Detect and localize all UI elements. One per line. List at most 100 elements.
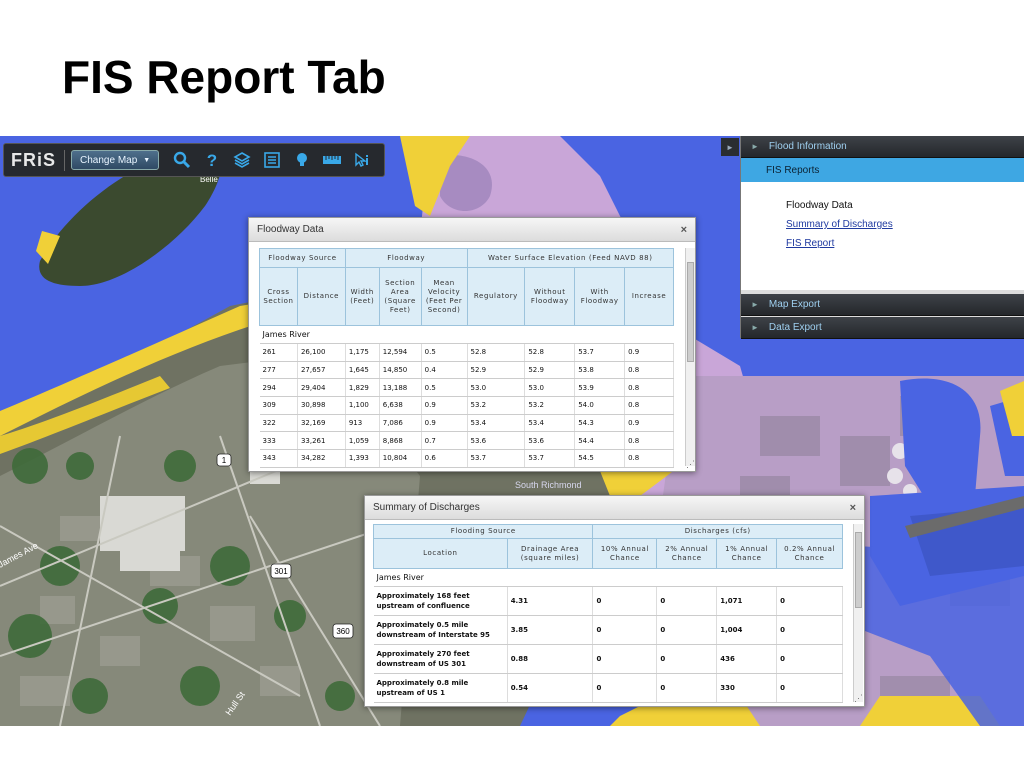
discharges-scrollbar[interactable]: [853, 524, 863, 702]
table-cell: 1,004: [716, 615, 778, 645]
column-header: 10% Annual Chance: [592, 538, 658, 569]
table-cell: 1,829: [345, 378, 380, 398]
table-cell: 52.8: [524, 343, 576, 362]
table-cell: 0.8: [624, 361, 674, 380]
table-cell: 277: [259, 361, 298, 380]
route-shield-1: 1: [216, 453, 232, 467]
table-cell: 27,657: [297, 361, 346, 380]
resize-grip-icon[interactable]: ⋰: [854, 693, 863, 704]
table-cell: 53.7: [467, 449, 526, 468]
summary-of-discharges-link[interactable]: Summary of Discharges: [786, 219, 1024, 230]
table-cell: 0.88: [507, 644, 594, 674]
table-row: 277 27,657 1,645 14,850 0.4 52.9 52.9 53.8 0.8: [259, 361, 674, 380]
search-icon[interactable]: [167, 147, 197, 173]
table-cell: 52.9: [524, 361, 576, 380]
dialog-header[interactable]: Summary of Discharges ×: [365, 496, 864, 520]
table-row: 294 29,404 1,829 13,188 0.5 53.0 53.0 53.9 0.8: [259, 378, 674, 398]
accordion-map-export[interactable]: ► Map Export: [741, 294, 1024, 316]
accordion-flood-information[interactable]: ► Flood Information: [741, 136, 1024, 158]
table-cell: 53.4: [524, 414, 576, 433]
table-cell: 0.9: [624, 414, 674, 433]
table-cell: Approximately 0.5 mile downstream of Int…: [373, 615, 508, 645]
column-header: Mean Velocity (Feet Per Second): [420, 267, 468, 326]
table-cell: 52.8: [467, 343, 526, 362]
fis-reports-tab[interactable]: FIS Reports: [741, 158, 1024, 182]
table-cell: 26,100: [297, 343, 346, 362]
table-cell: 1,393: [345, 449, 380, 468]
table-cell: 0: [656, 586, 718, 616]
table-row: 333 33,261 1,059 8,868 0.7 53.6 53.6 54.4 0.8: [259, 431, 674, 451]
layers-icon[interactable]: [227, 147, 257, 173]
table-cell: 294: [259, 378, 298, 398]
section-label: James River: [259, 325, 674, 344]
column-header: Cross Section: [259, 267, 298, 326]
table-cell: 29,404: [297, 378, 346, 398]
group-header-water-surface: Water Surface Elevation (Feed NAVD 88): [466, 248, 674, 268]
svg-text:?: ?: [207, 151, 217, 169]
table-cell: 0.8: [624, 396, 674, 415]
svg-text:301: 301: [274, 567, 288, 576]
close-icon[interactable]: ×: [681, 224, 687, 236]
table-cell: 0.9: [421, 467, 468, 468]
map-label-south-richmond: South Richmond: [515, 480, 582, 490]
table-cell: 436: [716, 644, 778, 674]
resize-grip-icon[interactable]: ⋰: [686, 459, 695, 470]
accordion-data-export[interactable]: ► Data Export: [741, 317, 1024, 339]
help-icon[interactable]: ?: [197, 147, 227, 173]
floodway-data-dialog: Floodway Data × Floodway Source Floodway…: [248, 217, 696, 472]
scrollbar-thumb[interactable]: [855, 532, 862, 608]
svg-text:1: 1: [222, 456, 227, 465]
dialog-header[interactable]: Floodway Data ×: [249, 218, 695, 242]
table-cell: 322: [259, 414, 298, 433]
table-cell: 351: [259, 467, 298, 468]
table-cell: 0: [592, 615, 658, 645]
dialog-title: Floodway Data: [257, 224, 324, 235]
floodway-scrollbar[interactable]: [685, 248, 695, 466]
discharges-table: Flooding Source Discharges (cfs) Locatio…: [373, 524, 843, 703]
table-cell: 0.8: [624, 449, 674, 468]
column-header: Width (Feet): [344, 267, 380, 326]
fis-report-link[interactable]: FIS Report: [786, 238, 1024, 249]
floodway-data-item[interactable]: Floodway Data: [786, 200, 1024, 211]
table-cell: 0.6: [421, 449, 468, 468]
identify-icon[interactable]: [347, 147, 377, 173]
table-cell: 3.85: [507, 615, 594, 645]
table-row: Approximately 0.8 mile upstream of US 10…: [373, 673, 843, 703]
table-cell: 54.3: [574, 414, 626, 433]
lightbulb-icon[interactable]: [287, 147, 317, 173]
table-cell: 12,594: [379, 343, 422, 362]
table-row: Approximately 0.5 mile downstream of Int…: [373, 615, 843, 645]
table-cell: 0: [592, 644, 658, 674]
legend-icon[interactable]: [257, 147, 287, 173]
table-cell: 0.8: [624, 467, 674, 468]
table-cell: 0: [592, 673, 658, 703]
table-cell: 53.4: [467, 414, 526, 433]
table-cell: 0.7: [421, 431, 468, 451]
ruler-icon[interactable]: [317, 147, 347, 173]
column-header: Increase: [624, 267, 674, 326]
column-header: 1% Annual Chance: [716, 538, 778, 569]
panel-collapse-toggle[interactable]: ►: [721, 138, 739, 156]
table-cell: 1,071: [716, 586, 778, 616]
table-cell: 53.0: [467, 378, 526, 398]
table-cell: 53.2: [467, 396, 526, 415]
table-row: Approximately 270 feet downstream of US …: [373, 644, 843, 674]
table-cell: 54.0: [574, 396, 626, 415]
table-cell: 54.5: [574, 449, 626, 468]
table-cell: 0: [656, 644, 718, 674]
table-row: 343 34,282 1,393 10,804 0.6 53.7 53.7 54.5 0.8: [259, 449, 674, 468]
scrollbar-thumb[interactable]: [687, 262, 694, 362]
table-row: 35135,1441,0106,8550.953.853.854.60.8: [259, 467, 674, 468]
table-cell: 913: [345, 414, 380, 433]
close-icon[interactable]: ×: [850, 502, 856, 514]
table-cell: Approximately 168 feet upstream of confl…: [373, 586, 508, 616]
accordion-label: Map Export: [768, 299, 821, 310]
table-cell: 53.8: [467, 467, 526, 468]
table-cell: 13,188: [379, 378, 422, 398]
column-header: Drainage Area (square miles): [506, 538, 594, 569]
column-header: Distance: [296, 267, 346, 326]
table-cell: 330: [716, 673, 778, 703]
table-cell: 33,261: [297, 431, 346, 451]
change-map-button[interactable]: Change Map ▼: [71, 150, 160, 170]
table-cell: 0.5: [421, 378, 468, 398]
